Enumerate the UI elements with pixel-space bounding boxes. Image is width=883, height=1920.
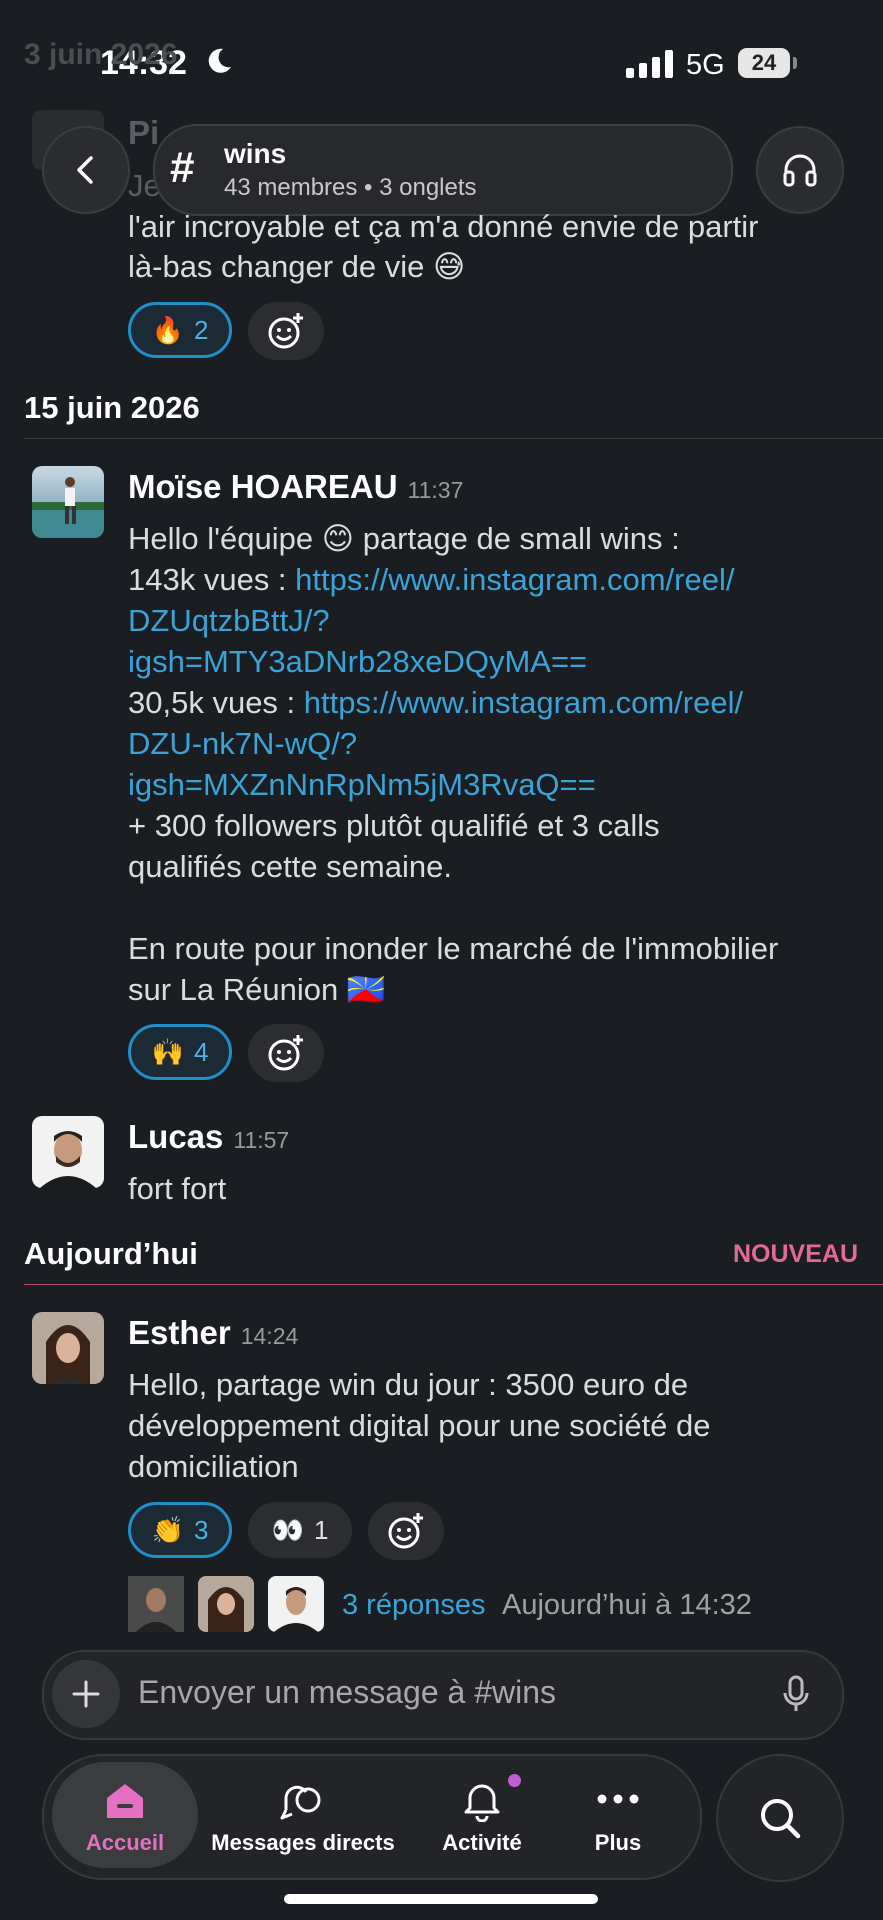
- message-author[interactable]: Lucas 11:57: [128, 1118, 289, 1156]
- message-text-line: En route pour inonder le marché de l'imm…: [128, 931, 779, 966]
- reaction-count: 1: [313, 1514, 329, 1545]
- reaction-raised-hands[interactable]: 🙌 4: [128, 1024, 232, 1080]
- raised-hands-emoji: 🙌: [151, 1036, 184, 1067]
- divider: [24, 438, 883, 439]
- instagram-link[interactable]: igsh=MTY3aDNrb28xeDQyMA==: [128, 641, 587, 682]
- message-time: 11:57: [233, 1127, 290, 1153]
- message-text-line: fort fort: [128, 1171, 227, 1206]
- reaction-count: 2: [193, 314, 209, 345]
- instagram-link[interactable]: https://www.instagram.com/reel/: [304, 685, 743, 720]
- author-name: Lucas: [128, 1118, 224, 1155]
- avatar[interactable]: [32, 1312, 104, 1384]
- avatar[interactable]: [32, 1116, 104, 1188]
- reaction-count: 3: [193, 1514, 209, 1545]
- reply-avatar: [268, 1576, 324, 1632]
- reaction-eyes[interactable]: 👀 1: [248, 1502, 352, 1558]
- chevron-left-icon: [77, 156, 93, 184]
- avatar[interactable]: [32, 466, 104, 538]
- add-reaction-button[interactable]: [368, 1502, 444, 1560]
- message-text-line: qualifiés cette semaine.: [128, 849, 452, 884]
- date-separator: 15 juin 2026: [24, 390, 200, 425]
- more-icon: [596, 1792, 640, 1810]
- message-text-line: domiciliation: [128, 1449, 299, 1484]
- search-button[interactable]: [716, 1754, 844, 1882]
- home-indicator: [284, 1894, 598, 1904]
- bell-icon: [460, 1778, 504, 1827]
- signal-icon: [626, 50, 673, 78]
- message-text-line: Hello l'équipe 😊 partage de small wins :: [128, 521, 680, 556]
- network-label: 5G: [686, 49, 725, 81]
- channel-subtitle: 43 membres • 3 onglets: [224, 174, 477, 201]
- message-text-line: + 300 followers plutôt qualifié et 3 cal…: [128, 808, 660, 843]
- plus-icon: [72, 1680, 100, 1708]
- faded-date-separator: 3 juin 2026: [24, 38, 178, 71]
- notification-dot: [508, 1774, 521, 1787]
- message-text-line: 143k vues : https://www.instagram.com/re…: [128, 559, 734, 600]
- author-name: Moïse HOAREAU: [128, 468, 398, 505]
- tab-activite[interactable]: Activité: [420, 1830, 544, 1856]
- message-text-line: développement digital pour une société d…: [128, 1408, 711, 1443]
- home-icon: [103, 1780, 147, 1827]
- search-icon: [761, 1799, 801, 1839]
- attach-button[interactable]: [52, 1660, 120, 1728]
- tab-label: Accueil: [85, 1830, 165, 1855]
- faded-author: Pi: [128, 114, 160, 151]
- battery-tip: [793, 57, 797, 69]
- hash-icon: #: [170, 143, 195, 192]
- text-prefix: 143k vues :: [128, 562, 296, 597]
- date-separator: Aujourd’hui: [24, 1236, 198, 1271]
- message-author[interactable]: Moïse HOAREAU 11:37: [128, 468, 463, 506]
- message-text-line: sur La Réunion 🇷🇪: [128, 972, 386, 1007]
- message-input[interactable]: Envoyer un message à #wins: [138, 1674, 556, 1711]
- instagram-link[interactable]: DZU-nk7N-wQ/?: [128, 723, 357, 764]
- instagram-link[interactable]: igsh=MXZnNnRpNm5jM3RvaQ==: [128, 764, 596, 805]
- eyes-emoji: 👀: [271, 1514, 304, 1545]
- thread-replies-link[interactable]: 3 réponses: [342, 1585, 486, 1626]
- back-button[interactable]: [42, 126, 130, 214]
- messages-icon: [280, 1780, 324, 1827]
- microphone-icon[interactable]: [780, 1674, 812, 1719]
- instagram-link[interactable]: https://www.instagram.com/reel/: [295, 562, 734, 597]
- reaction-count: 4: [193, 1036, 209, 1067]
- reaction-fire[interactable]: 🔥 2: [128, 302, 232, 358]
- thread-last-reply-time: Aujourd’hui à 14:32: [502, 1589, 752, 1621]
- add-reaction-button[interactable]: [248, 302, 324, 360]
- text-prefix: 30,5k vues :: [128, 685, 304, 720]
- instagram-link[interactable]: DZUqtzbBttJ/?: [128, 600, 330, 641]
- reply-avatar: [128, 1576, 184, 1632]
- reaction-clap[interactable]: 👏 3: [128, 1502, 232, 1558]
- new-divider: [24, 1284, 883, 1285]
- message-text-line: l'air incroyable et ça m'a donné envie d…: [128, 209, 759, 244]
- tab-plus[interactable]: Plus: [568, 1830, 668, 1856]
- message-time: 14:24: [240, 1323, 299, 1349]
- add-emoji-icon: [388, 1513, 423, 1549]
- channel-name: wins: [224, 138, 287, 169]
- battery-icon: 24: [738, 48, 790, 78]
- clap-emoji: 👏: [151, 1514, 184, 1545]
- message-text-line: Hello, partage win du jour : 3500 euro d…: [128, 1367, 689, 1402]
- message-author[interactable]: Esther 14:24: [128, 1314, 298, 1352]
- add-emoji-icon: [268, 313, 303, 349]
- add-emoji-icon: [268, 1035, 303, 1071]
- message-time: 11:37: [407, 477, 464, 503]
- tab-messages-directs[interactable]: Messages directs: [210, 1830, 396, 1856]
- new-messages-label: NOUVEAU: [732, 1240, 858, 1268]
- reply-avatar: [198, 1576, 254, 1632]
- author-name: Esther: [128, 1314, 231, 1351]
- headphones-icon: [783, 154, 817, 187]
- fire-emoji: 🔥: [151, 314, 184, 345]
- message-text-line: 30,5k vues : https://www.instagram.com/r…: [128, 682, 743, 723]
- moon-icon: [203, 46, 233, 84]
- add-reaction-button[interactable]: [248, 1024, 324, 1082]
- huddle-button[interactable]: [756, 126, 844, 214]
- message-text-line: là-bas changer de vie 😅: [128, 249, 466, 284]
